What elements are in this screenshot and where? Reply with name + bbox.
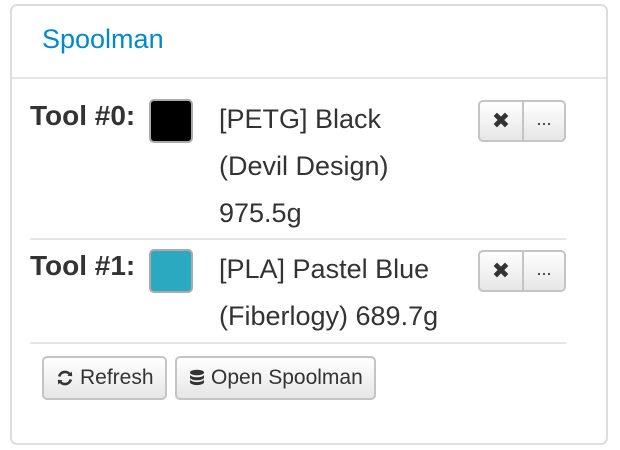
refresh-icon (56, 369, 74, 387)
color-swatch (149, 249, 193, 293)
clear-spool-button[interactable]: ✖ (480, 102, 524, 140)
spool-info: [PETG] Black (Devil Design) 975.5g (219, 96, 389, 237)
spool-info-line: (Devil Design) (219, 151, 389, 181)
tool-row-0: Tool #0: [PETG] Black (Devil Design) 975… (30, 96, 566, 240)
database-icon (189, 369, 205, 388)
tool-label: Tool #1: (30, 250, 136, 281)
open-spoolman-label: Open Spoolman (211, 366, 363, 389)
panel-heading: Spoolman (12, 6, 606, 79)
tool-row-1: Tool #1: [PLA] Pastel Blue (Fiberlogy) 6… (30, 246, 566, 344)
clear-spool-button[interactable]: ✖ (480, 252, 524, 290)
spool-info-line: [PLA] Pastel Blue (219, 254, 430, 284)
spool-info-line: [PETG] Black (219, 104, 382, 134)
select-spool-button[interactable]: ... (524, 102, 564, 140)
tool-label: Tool #0: (30, 100, 136, 131)
tool-0-button-group: ✖ ... (478, 100, 566, 142)
spool-info: [PLA] Pastel Blue (Fiberlogy) 689.7g (219, 246, 438, 340)
panel-title-link[interactable]: Spoolman (42, 24, 164, 55)
open-spoolman-button[interactable]: Open Spoolman (175, 356, 376, 400)
tool-1-button-group: ✖ ... (478, 250, 566, 292)
spool-info-line: 975.5g (219, 198, 302, 228)
spool-info-line: (Fiberlogy) 689.7g (219, 301, 439, 331)
times-icon: ✖ (491, 108, 511, 133)
refresh-label: Refresh (80, 366, 154, 389)
color-swatch (149, 99, 193, 143)
refresh-button[interactable]: Refresh (42, 356, 167, 400)
times-icon: ✖ (491, 258, 511, 283)
select-spool-button[interactable]: ... (524, 252, 564, 290)
